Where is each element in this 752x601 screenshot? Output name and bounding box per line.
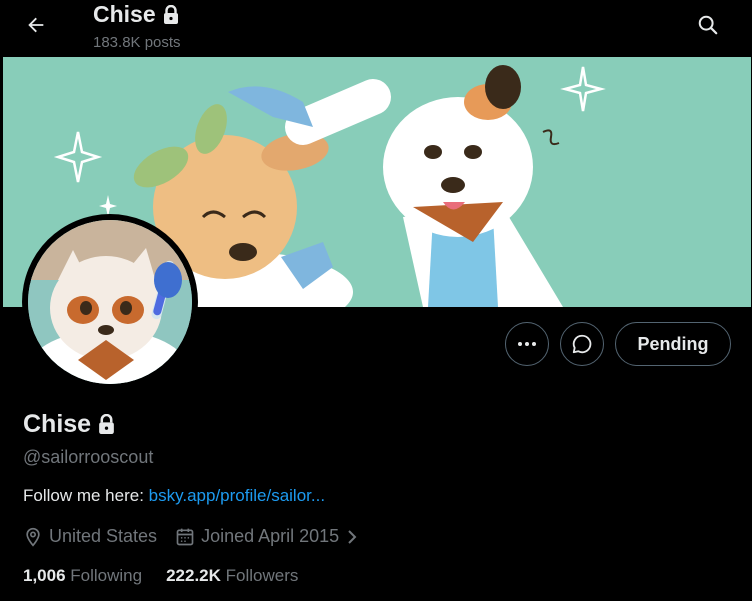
location-text: United States — [49, 526, 158, 546]
header-title-text: Chise — [93, 1, 156, 27]
lock-icon — [163, 4, 178, 24]
followers-count: 222.2K — [166, 566, 221, 585]
lock-icon — [99, 414, 114, 434]
following-count: 1,006 — [23, 566, 66, 585]
following-label: Following — [70, 566, 143, 585]
profile-meta: United States Joined April 2015 — [23, 526, 359, 547]
display-name: Chise — [23, 410, 116, 439]
avatar-image — [28, 220, 192, 384]
header-title: Chise — [93, 1, 180, 28]
chat-bubble-icon — [572, 334, 592, 354]
arrow-left-icon — [28, 17, 44, 33]
search-icon — [698, 15, 718, 35]
avatar[interactable] — [22, 214, 198, 390]
top-header: Chise 183.8K posts — [0, 0, 752, 57]
handle: @sailorrooscout — [23, 447, 154, 467]
joined-date[interactable]: Joined April 2015 — [175, 526, 359, 547]
joined-text: Joined April 2015 — [201, 526, 340, 546]
posts-count: 183.8K posts — [93, 34, 181, 51]
chevron-right-icon — [348, 529, 357, 544]
follow-stats: 1,006 Following 222.2K Followers — [23, 566, 298, 586]
following-link[interactable]: 1,006 Following — [23, 566, 142, 586]
message-button[interactable] — [560, 322, 604, 366]
location: United States — [23, 526, 157, 547]
ellipsis-icon — [518, 342, 536, 346]
bio-text: Follow me here: — [23, 486, 149, 505]
followers-label: Followers — [225, 566, 299, 585]
calendar-icon — [176, 528, 194, 545]
location-pin-icon — [26, 527, 40, 547]
bio: Follow me here: bsky.app/profile/sailor.… — [23, 486, 325, 506]
back-button[interactable] — [20, 9, 52, 41]
search-button[interactable] — [692, 9, 724, 41]
followers-link[interactable]: 222.2K Followers — [166, 566, 298, 586]
pending-button[interactable]: Pending — [615, 322, 731, 366]
bio-link[interactable]: bsky.app/profile/sailor... — [149, 486, 325, 505]
more-button[interactable] — [505, 322, 549, 366]
display-name-text: Chise — [23, 410, 92, 438]
